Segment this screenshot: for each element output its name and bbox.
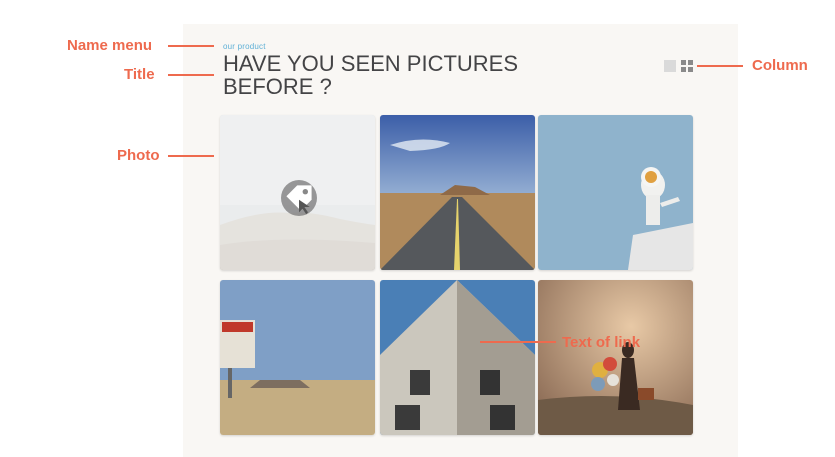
- annotation-name-menu: Name menu: [67, 37, 153, 54]
- annotation-text-of-link: Text of link: [562, 334, 641, 351]
- single-column-icon[interactable]: [664, 60, 676, 72]
- annotation-line-text-of-link: [480, 341, 556, 343]
- annotation-photo: Photo: [117, 147, 160, 164]
- page-title: HAVE YOU SEEN PICTURES BEFORE ?: [223, 51, 519, 99]
- annotation-title: Title: [124, 66, 155, 83]
- photo-building[interactable]: [380, 280, 535, 435]
- column-toggle: [664, 60, 693, 72]
- annotation-line-column: [697, 65, 743, 67]
- photo-balloons[interactable]: [538, 280, 693, 435]
- name-menu[interactable]: our product: [223, 42, 266, 51]
- photo-astronaut[interactable]: [538, 115, 693, 270]
- annotation-line-name-menu: [168, 45, 214, 47]
- tag-pointer-icon[interactable]: [281, 180, 317, 216]
- annotation-line-photo: [168, 155, 214, 157]
- photo-desert-hill[interactable]: [220, 115, 375, 270]
- annotation-line-title: [168, 74, 214, 76]
- grid-column-icon[interactable]: [681, 60, 693, 72]
- annotation-column: Column: [752, 57, 808, 74]
- photo-desert-road[interactable]: [380, 115, 535, 270]
- photo-roadside-sign[interactable]: [220, 280, 375, 435]
